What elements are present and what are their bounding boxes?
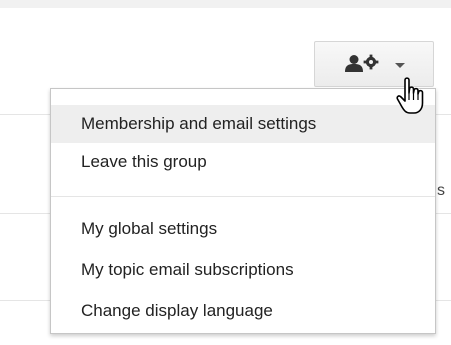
settings-dropdown-menu: Membership and email settings Leave this… bbox=[50, 88, 436, 334]
top-bar bbox=[0, 0, 451, 8]
menu-item-change-display-language[interactable]: Change display language bbox=[51, 292, 435, 330]
menu-item-leave-group[interactable]: Leave this group bbox=[51, 143, 435, 181]
menu-item-topic-email-subscriptions[interactable]: My topic email subscriptions bbox=[51, 251, 435, 289]
person-gear-icon bbox=[345, 54, 379, 72]
hand-pointer-icon bbox=[396, 77, 424, 114]
caret-down-icon bbox=[395, 63, 405, 68]
menu-separator bbox=[51, 196, 435, 197]
menu-item-global-settings[interactable]: My global settings bbox=[51, 210, 435, 248]
menu-item-membership-email-settings[interactable]: Membership and email settings bbox=[51, 105, 435, 143]
truncated-text: s bbox=[437, 182, 445, 199]
